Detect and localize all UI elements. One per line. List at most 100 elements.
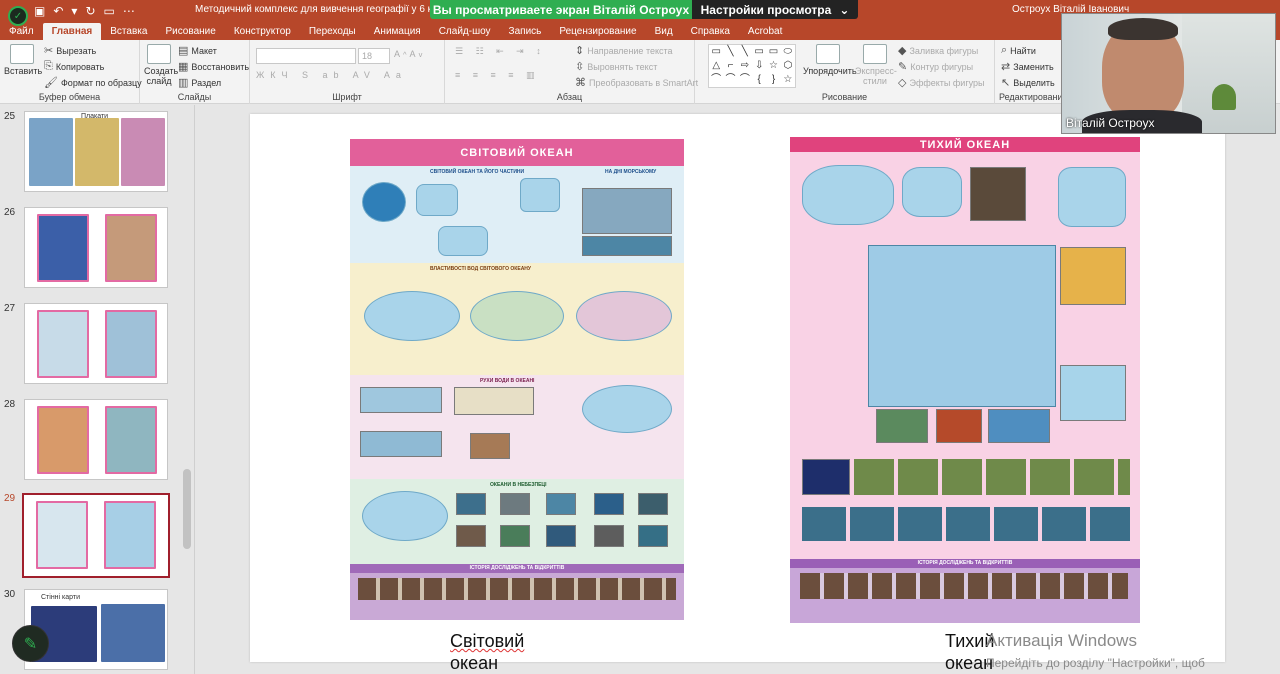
app-window: ▣ ↶ ▾ ↻ ▭ ⋯ Методичний комплекс для вивч… — [0, 0, 1280, 674]
replace-button[interactable]: ⇄ Заменить — [1001, 60, 1054, 73]
tide-image — [454, 387, 534, 415]
reset-icon: ▦ — [178, 61, 189, 73]
poster-section: РУХИ ВОДИ В ОКЕАНІ — [350, 375, 684, 479]
font-size-field[interactable]: 18 — [358, 48, 390, 64]
poster-section: ІСТОРІЯ ДОСЛІДЖЕНЬ ТА ВІДКРИТТІВ — [350, 564, 684, 620]
format-painter-button[interactable]: 🖌 Формат по образцу — [44, 76, 142, 89]
font-format-buttons[interactable]: ЖКЧ S ab AV Aa — [256, 70, 407, 80]
thumb-poster — [29, 118, 73, 186]
undo-icon[interactable]: ↶ — [53, 4, 63, 18]
photo — [456, 493, 486, 515]
clipboard-group-label: Буфер обмена — [38, 92, 101, 102]
find-button[interactable]: ⌕ Найти — [1001, 44, 1036, 57]
cursor-icon: ↖ — [1001, 77, 1011, 89]
alignment-buttons[interactable]: ≡ ≡ ≡ ≡ ▥ — [455, 70, 540, 81]
cut-button[interactable]: ✂ Вырезать — [44, 44, 96, 57]
annotate-pen-button[interactable]: ✎ — [12, 625, 49, 662]
tab-file[interactable]: Файл — [0, 26, 43, 40]
poster-pacific-ocean[interactable]: ТИХИЙ ОКЕАН ІСТОРІЯ ДОСЛІДЖЕНЬ ТА ВІДКРИ… — [790, 137, 1140, 623]
thumbnail-scrollbar[interactable] — [183, 109, 192, 669]
shape-fill-button[interactable]: ◆ Заливка фигуры — [898, 44, 978, 57]
slide-thumbnail-30[interactable]: Стінні карти — [24, 589, 168, 670]
slide-thumbnail-28[interactable] — [24, 399, 168, 480]
caption-world-ocean[interactable]: Світовий океан — [450, 630, 524, 674]
shape-effects-button[interactable]: ◇ Эффекты фигуры — [898, 76, 984, 89]
slide-thumbnail-27[interactable] — [24, 303, 168, 384]
slide-thumbnail-29[interactable] — [22, 493, 170, 578]
new-slide-button[interactable]: Создать слайд — [144, 44, 178, 86]
poster-world-ocean[interactable]: СВІТОВИЙ ОКЕАН СВІТОВИЙ ОКЕАН ТА ЙОГО ЧА… — [350, 139, 684, 620]
save-icon[interactable]: ▣ — [34, 4, 45, 18]
view-options-button[interactable]: Настройки просмотра ⌄ — [692, 0, 858, 19]
tab-acrobat[interactable]: Acrobat — [739, 26, 791, 40]
section-button[interactable]: ▥ Раздел — [178, 76, 221, 89]
font-name-field[interactable] — [256, 48, 356, 64]
font-size-buttons[interactable]: A ^ Av — [394, 49, 422, 59]
tab-record[interactable]: Запись — [500, 26, 551, 40]
tab-review[interactable]: Рецензирование — [550, 26, 645, 40]
shapes-gallery[interactable]: ▭ ╲ ╲ ▭ ▭ ⬭ △ ⌐ ⇨ ⇩ ☆ ⬡ ⌒ ⌒ ⌒{} ☆ — [708, 44, 796, 88]
wave-image — [360, 431, 442, 457]
find-label: Найти — [1010, 45, 1036, 56]
copy-label: Копировать — [55, 61, 105, 72]
scrollbar-thumb[interactable] — [183, 469, 191, 549]
select-button[interactable]: ↖ Выделить — [1001, 76, 1055, 89]
shape-outline-label: Контур фигуры — [910, 61, 974, 72]
list-buttons[interactable]: ☰ ☷ ⇤ ⇥ ↕ — [455, 46, 546, 57]
new-slide-icon — [147, 44, 171, 64]
shield-icon: ✓ — [8, 6, 28, 26]
brush-icon: 🖌 — [44, 77, 58, 89]
slide-thumbnail-26[interactable] — [24, 207, 168, 288]
photo — [970, 167, 1026, 221]
section-heading: ІСТОРІЯ ДОСЛІДЖЕНЬ ТА ВІДКРИТТІВ — [790, 559, 1140, 568]
drawing-group: ▭ ╲ ╲ ▭ ▭ ⬭ △ ⌐ ⇨ ⇩ ☆ ⬡ ⌒ ⌒ ⌒{} ☆ Упорядочить Экспрес… — [695, 40, 995, 104]
thumb-poster — [75, 118, 119, 186]
arrange-button[interactable]: Упорядочить — [803, 44, 857, 76]
shape-outline-button[interactable]: ✎ Контур фигуры — [898, 60, 973, 73]
reset-button[interactable]: ▦ Восстановить — [178, 60, 249, 73]
text-direction-button[interactable]: ⇕ Направление текста — [575, 44, 673, 57]
present-icon[interactable]: ▭ — [104, 4, 115, 18]
quick-styles-button[interactable]: Экспресс-стили — [855, 44, 897, 86]
tab-insert[interactable]: Вставка — [101, 26, 156, 40]
copy-button[interactable]: ⎘ Копировать — [44, 60, 104, 73]
plant-image — [1212, 84, 1236, 110]
world-map-image — [364, 291, 460, 341]
slide-canvas[interactable]: СВІТОВИЙ ОКЕАН СВІТОВИЙ ОКЕАН ТА ЙОГО ЧА… — [250, 114, 1225, 673]
tab-transitions[interactable]: Переходы — [300, 26, 365, 40]
tab-view[interactable]: Вид — [646, 26, 682, 40]
map-image — [416, 184, 458, 216]
tab-design[interactable]: Конструктор — [225, 26, 300, 40]
align-text-button[interactable]: ⇳ Выровнять текст — [575, 60, 657, 73]
slide-number: 27 — [4, 303, 16, 314]
smartart-button[interactable]: ⌘ Преобразовать в SmartArt — [575, 76, 698, 89]
new-slide-label: Создать слайд — [144, 66, 179, 86]
pollution-map-image — [362, 491, 448, 541]
poster-title: СВІТОВИЙ ОКЕАН — [350, 139, 684, 166]
photo — [638, 525, 668, 547]
redo-icon[interactable]: ↻ — [85, 4, 95, 18]
photo — [546, 525, 576, 547]
watermark-line: Перейдіть до розділу "Настройки", щоб — [986, 656, 1205, 670]
tab-slideshow[interactable]: Слайд-шоу — [430, 26, 500, 40]
seabed-image — [582, 188, 672, 234]
caption-line: океан — [450, 653, 499, 673]
webcam-video[interactable]: Віталій Остроух — [1061, 13, 1276, 134]
paste-button[interactable]: Вставить — [4, 44, 42, 76]
section-heading: СВІТОВИЙ ОКЕАН ТА ЙОГО ЧАСТИНИ — [430, 169, 525, 175]
map-image — [1060, 365, 1126, 421]
watermark-line: Активація Windows — [986, 631, 1137, 650]
slide-thumbnail-25[interactable]: Плакати — [24, 111, 168, 192]
tab-help[interactable]: Справка — [682, 26, 739, 40]
smartart-label: Преобразовать в SmartArt — [589, 77, 699, 88]
layout-button[interactable]: ▤ Макет — [178, 44, 217, 57]
view-options-label: Настройки просмотра — [700, 2, 832, 17]
dropdown-icon[interactable]: ▾ — [71, 4, 77, 18]
shape-effects-label: Эффекты фигуры — [909, 77, 985, 88]
screen-share-banner: Вы просматриваете экран Віталій Остроух … — [430, 0, 858, 19]
map-image — [438, 226, 488, 256]
tab-draw[interactable]: Рисование — [156, 26, 224, 40]
tab-animations[interactable]: Анимация — [365, 26, 430, 40]
customize-icon[interactable]: ⋯ — [123, 4, 135, 18]
tab-home[interactable]: Главная — [42, 23, 102, 40]
